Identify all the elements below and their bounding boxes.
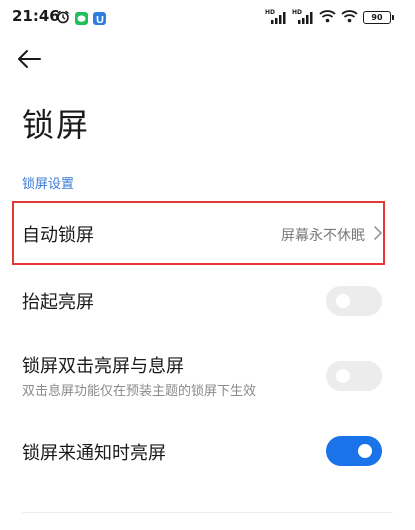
status-bar: 21:46 HD HD 90 — [0, 0, 415, 34]
system-status-icons: HD HD 90 — [265, 8, 394, 27]
double-tap-row[interactable]: 锁屏双击亮屏与息屏 双击息屏功能仅在预装主题的锁屏下生效 — [0, 344, 415, 408]
notification-icons — [56, 9, 106, 28]
auto-lock-row[interactable]: 自动锁屏 屏幕永不休眠 — [0, 203, 415, 263]
wifi-icon — [341, 8, 358, 27]
status-time: 21:46 — [12, 7, 60, 25]
notification-wake-toggle[interactable] — [326, 436, 382, 466]
chevron-right-icon — [373, 225, 383, 245]
back-button[interactable] — [16, 46, 52, 76]
battery-icon: 90 — [363, 11, 394, 24]
toggle-knob — [358, 444, 372, 458]
auto-lock-value: 屏幕永不休眠 — [281, 228, 365, 244]
double-tap-toggle[interactable] — [326, 361, 382, 391]
lock-screen-settings-page: 21:46 HD HD 90 锁屏 锁屏设置 自动锁屏 屏幕永不休眠 抬起亮屏 … — [0, 0, 415, 530]
back-arrow-icon — [16, 49, 42, 73]
raise-to-wake-toggle[interactable] — [326, 286, 382, 316]
notification-wake-title: 锁屏来通知时亮屏 — [22, 443, 166, 464]
toggle-knob — [336, 294, 350, 308]
alarm-icon — [56, 9, 70, 28]
double-tap-subtitle: 双击息屏功能仅在预装主题的锁屏下生效 — [22, 384, 257, 399]
wifi-icon — [319, 8, 336, 27]
auto-lock-title: 自动锁屏 — [22, 225, 94, 246]
section-header: 锁屏设置 — [22, 177, 75, 192]
wechat-icon — [75, 12, 88, 25]
raise-to-wake-row[interactable]: 抬起亮屏 — [0, 276, 415, 326]
raise-to-wake-title: 抬起亮屏 — [22, 292, 94, 313]
page-title: 锁屏 — [22, 106, 91, 144]
signal-hd-icon: HD — [265, 9, 287, 25]
signal-hd-icon: HD — [292, 9, 314, 25]
notification-wake-row[interactable]: 锁屏来通知时亮屏 — [0, 425, 415, 475]
app-badge-icon — [93, 12, 106, 25]
toggle-knob — [336, 369, 350, 383]
divider — [22, 512, 393, 513]
double-tap-title: 锁屏双击亮屏与息屏 — [22, 356, 184, 377]
